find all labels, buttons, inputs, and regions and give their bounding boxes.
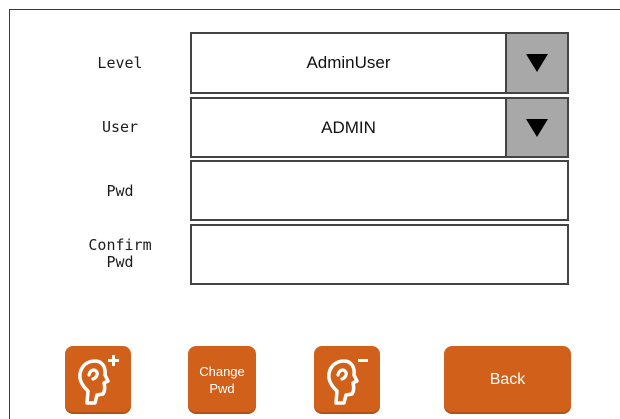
triangle-down-icon — [526, 118, 548, 137]
remove-user-button[interactable] — [314, 346, 380, 414]
change-pwd-button[interactable]: Change Pwd — [188, 346, 256, 414]
pwd-input[interactable] — [190, 160, 569, 221]
level-label: Level — [97, 54, 143, 72]
user-select[interactable]: ADMIN — [190, 97, 569, 158]
user-label: User — [101, 118, 139, 136]
change-pwd-label-line1: Change — [199, 364, 245, 379]
user-dropdown-button[interactable] — [505, 99, 567, 156]
triangle-down-icon — [526, 54, 548, 72]
change-pwd-label-line2: Pwd — [209, 381, 235, 396]
pwd-value — [192, 162, 567, 219]
add-user-icon — [78, 355, 119, 405]
add-user-button[interactable] — [65, 346, 131, 414]
level-value: AdminUser — [306, 53, 391, 72]
back-button[interactable]: Back — [444, 346, 571, 414]
confirm-label-line2: Pwd — [106, 253, 134, 271]
remove-user-icon — [327, 359, 368, 405]
back-label: Back — [489, 371, 526, 388]
pwd-label: Pwd — [106, 182, 134, 200]
confirm-label-line1: Confirm — [88, 236, 152, 254]
user-value: ADMIN — [321, 117, 376, 137]
level-dropdown-button[interactable] — [505, 34, 567, 92]
confirm-pwd-label: Confirm Pwd — [60, 237, 180, 271]
confirm-pwd-value — [192, 226, 567, 283]
confirm-pwd-input[interactable] — [190, 224, 569, 285]
level-select[interactable]: AdminUser — [190, 32, 569, 94]
